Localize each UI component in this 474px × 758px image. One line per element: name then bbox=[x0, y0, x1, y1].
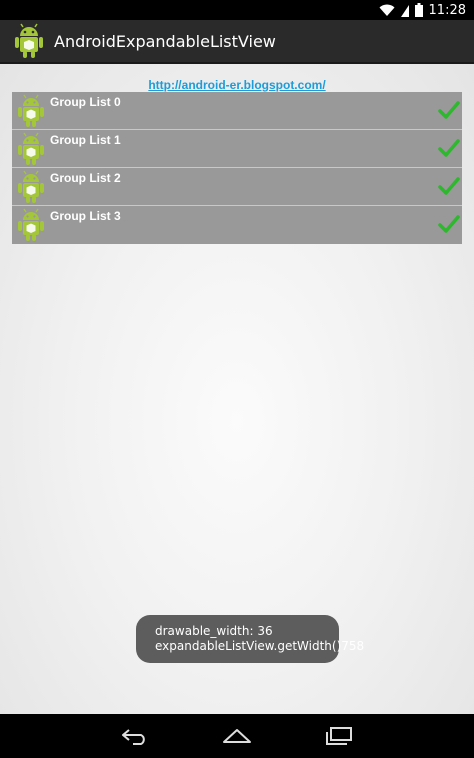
group-item[interactable]: Group List 1 bbox=[12, 130, 462, 168]
back-icon bbox=[122, 729, 145, 745]
blog-link[interactable]: http://android-er.blogspot.com/ bbox=[0, 78, 474, 92]
home-icon bbox=[223, 729, 251, 743]
battery-icon bbox=[414, 3, 423, 17]
check-icon bbox=[438, 215, 460, 233]
check-icon bbox=[438, 177, 460, 195]
group-label: Group List 2 bbox=[50, 171, 121, 185]
toast-line-1: drawable_width: 36 bbox=[155, 624, 273, 638]
check-icon bbox=[438, 101, 460, 119]
android-icon[interactable] bbox=[12, 23, 46, 59]
action-bar: AndroidExpandableListView bbox=[0, 20, 474, 64]
toast-message: drawable_width: 36 expandableListView.ge… bbox=[136, 615, 365, 663]
group-label: Group List 3 bbox=[50, 209, 121, 223]
expandable-list[interactable]: Group List 0 Group List 1 Group List 2 G… bbox=[12, 92, 462, 244]
android-icon bbox=[18, 170, 44, 203]
android-icon bbox=[18, 94, 44, 127]
navigation-bar bbox=[0, 714, 474, 758]
android-icon bbox=[18, 208, 44, 241]
app-title: AndroidExpandableListView bbox=[54, 31, 276, 51]
home-button[interactable] bbox=[217, 722, 257, 750]
group-label: Group List 0 bbox=[50, 95, 121, 109]
android-icon bbox=[18, 132, 44, 165]
group-label: Group List 1 bbox=[50, 133, 121, 147]
group-item[interactable]: Group List 2 bbox=[12, 168, 462, 206]
back-button[interactable] bbox=[116, 722, 156, 750]
recents-button[interactable] bbox=[318, 722, 358, 750]
status-bar: 11:28 bbox=[0, 0, 474, 20]
group-item[interactable]: Group List 3 bbox=[12, 206, 462, 244]
wifi-icon bbox=[379, 4, 395, 16]
check-icon bbox=[438, 139, 460, 157]
toast-line-2: expandableListView.getWidth()758 bbox=[155, 639, 365, 653]
recents-icon bbox=[326, 727, 352, 745]
status-time: 11:28 bbox=[428, 2, 466, 18]
content-area: http://android-er.blogspot.com/ Group Li… bbox=[0, 64, 474, 714]
group-item[interactable]: Group List 0 bbox=[12, 92, 462, 130]
signal-icon bbox=[400, 4, 409, 17]
